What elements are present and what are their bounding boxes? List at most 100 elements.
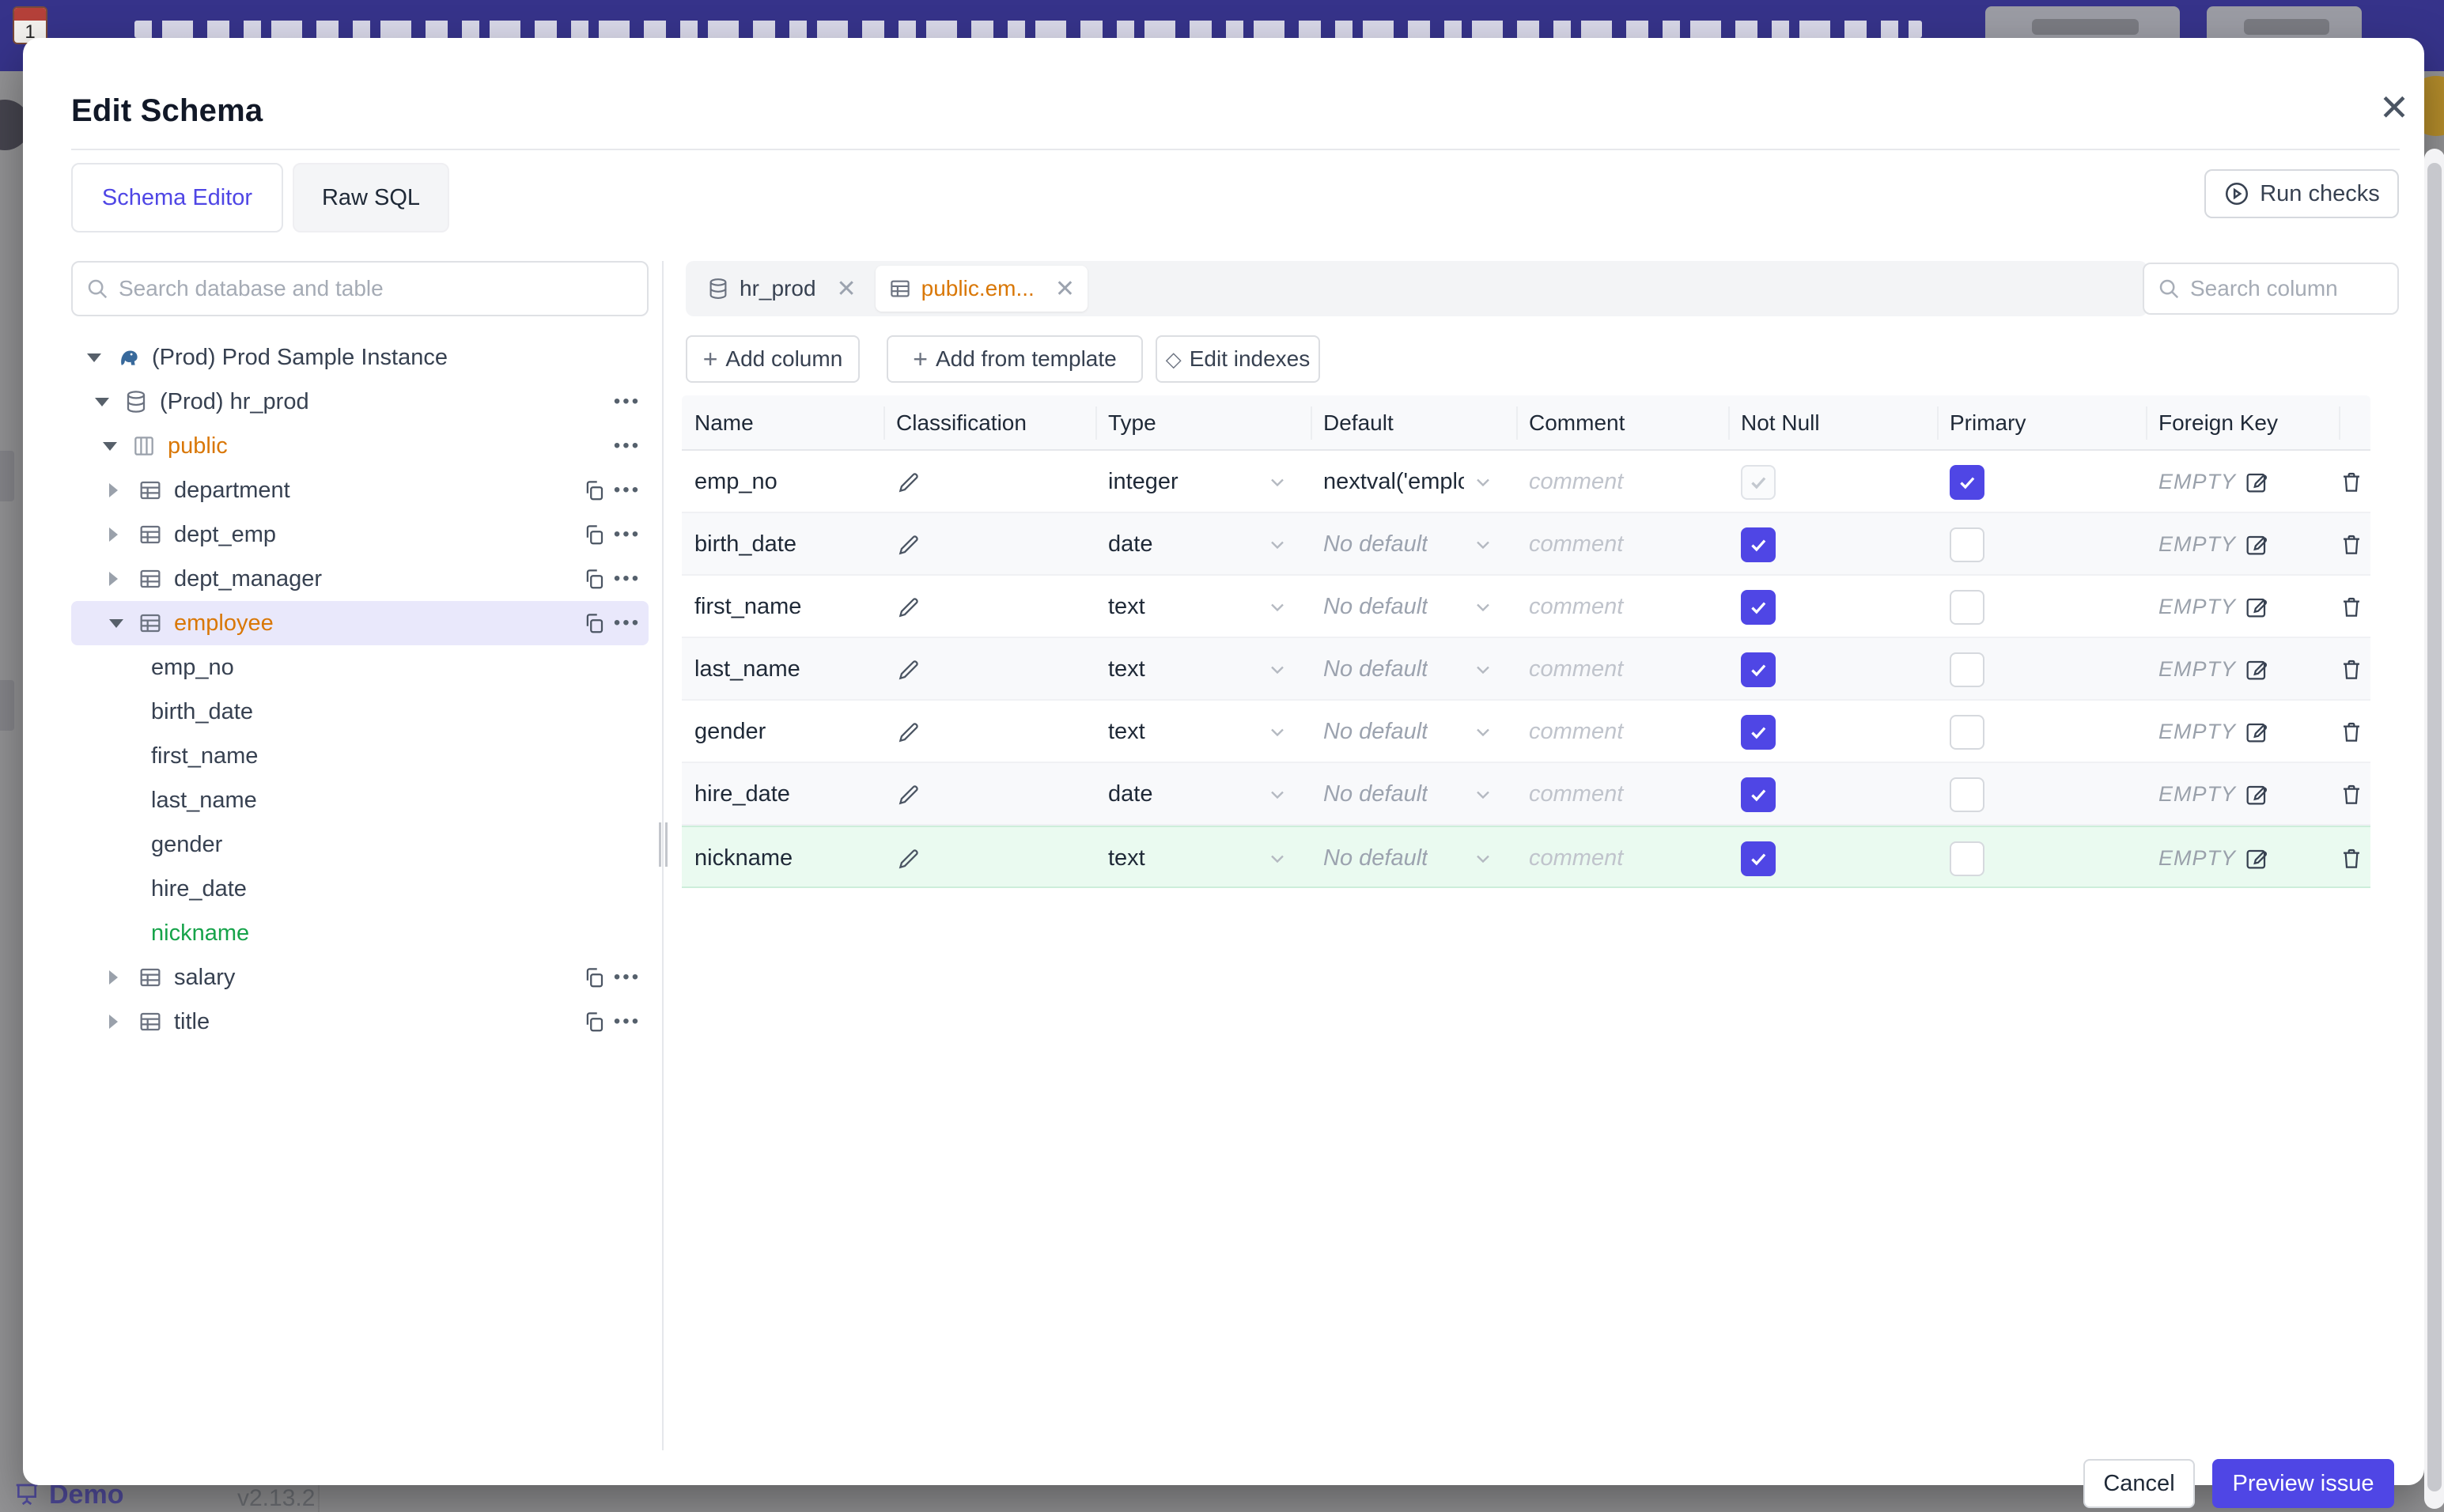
chevron-right-icon[interactable] — [109, 572, 138, 586]
tree-item-column-birth-date[interactable]: birth_date — [71, 690, 649, 734]
chevron-down-icon[interactable] — [109, 618, 138, 628]
add-from-template-button[interactable]: + Add from template — [887, 335, 1143, 383]
classification-cell[interactable] — [883, 638, 1095, 701]
delete-icon[interactable] — [2339, 720, 2364, 745]
edit-icon[interactable] — [2244, 846, 2269, 871]
cancel-button[interactable]: Cancel — [2083, 1459, 2195, 1508]
close-icon[interactable]: ✕ — [1055, 275, 1075, 303]
primary-checkbox[interactable] — [1950, 777, 1984, 812]
more-actions-icon[interactable]: ••• — [611, 392, 644, 411]
edit-icon[interactable] — [2244, 470, 2269, 495]
default-select[interactable]: No default — [1311, 576, 1516, 638]
type-select[interactable]: text — [1095, 701, 1311, 763]
edit-icon[interactable] — [2244, 595, 2269, 620]
foreign-key-cell[interactable]: EMPTY — [2146, 763, 2339, 826]
default-select[interactable]: No default — [1311, 638, 1516, 701]
edit-icon[interactable] — [2244, 657, 2269, 682]
classification-cell[interactable] — [883, 701, 1095, 763]
search-column-input[interactable]: Search column — [2143, 263, 2399, 315]
comment-input[interactable]: comment — [1516, 701, 1728, 763]
classification-cell[interactable] — [883, 513, 1095, 576]
tree-item-table-dept-manager[interactable]: dept_manager ••• — [71, 557, 649, 601]
primary-checkbox[interactable] — [1950, 464, 1984, 500]
delete-icon[interactable] — [2339, 657, 2364, 682]
classification-cell[interactable] — [883, 763, 1095, 826]
column-name[interactable]: emp_no — [682, 451, 883, 513]
delete-icon[interactable] — [2339, 595, 2364, 620]
more-actions-icon[interactable]: ••• — [611, 437, 644, 455]
classification-cell[interactable] — [883, 827, 1095, 890]
not-null-checkbox[interactable] — [1741, 714, 1776, 750]
default-select[interactable]: No default — [1311, 763, 1516, 826]
tree-item-database[interactable]: (Prod) hr_prod ••• — [71, 380, 649, 424]
default-select[interactable]: No default — [1311, 513, 1516, 576]
edit-icon[interactable] — [2244, 782, 2269, 807]
edit-indexes-button[interactable]: ◇ Edit indexes — [1156, 335, 1320, 383]
comment-input[interactable]: comment — [1516, 451, 1728, 513]
add-column-button[interactable]: + Add column — [686, 335, 860, 383]
default-select[interactable]: nextval('employ — [1311, 451, 1516, 513]
tree-item-table-employee[interactable]: employee ••• — [71, 601, 649, 645]
foreign-key-cell[interactable]: EMPTY — [2146, 513, 2339, 576]
type-select[interactable]: date — [1095, 763, 1311, 826]
classification-cell[interactable] — [883, 451, 1095, 513]
tab-chip-database[interactable]: hr_prod ✕ — [694, 266, 869, 312]
chevron-down-icon[interactable] — [87, 353, 115, 362]
panel-resize-handle[interactable] — [653, 819, 672, 870]
not-null-checkbox[interactable] — [1741, 652, 1776, 687]
chevron-down-icon[interactable] — [95, 397, 123, 406]
comment-input[interactable]: comment — [1516, 638, 1728, 701]
more-actions-icon[interactable]: ••• — [611, 1012, 644, 1031]
comment-input[interactable]: comment — [1516, 576, 1728, 638]
chevron-right-icon[interactable] — [109, 1015, 138, 1029]
copy-icon[interactable] — [577, 478, 611, 502]
more-actions-icon[interactable]: ••• — [611, 481, 644, 500]
preview-issue-button[interactable]: Preview issue — [2212, 1459, 2394, 1508]
more-actions-icon[interactable]: ••• — [611, 525, 644, 544]
tree-item-column-hire-date[interactable]: hire_date — [71, 867, 649, 911]
not-null-checkbox[interactable] — [1741, 589, 1776, 625]
column-name[interactable]: hire_date — [682, 763, 883, 826]
delete-icon[interactable] — [2339, 782, 2364, 807]
tree-item-instance[interactable]: (Prod) Prod Sample Instance — [71, 335, 649, 380]
primary-checkbox[interactable] — [1950, 589, 1984, 625]
column-name[interactable]: birth_date — [682, 513, 883, 576]
comment-input[interactable]: comment — [1516, 763, 1728, 826]
tree-item-table-title[interactable]: title ••• — [71, 1000, 649, 1044]
search-database-input[interactable]: Search database and table — [71, 261, 649, 316]
copy-icon[interactable] — [577, 1010, 611, 1034]
type-select[interactable]: text — [1095, 827, 1311, 890]
scrollbar-thumb[interactable] — [2427, 163, 2442, 1491]
primary-checkbox[interactable] — [1950, 714, 1984, 750]
tree-item-column-nickname[interactable]: nickname — [71, 911, 649, 955]
not-null-checkbox[interactable] — [1741, 527, 1776, 562]
not-null-checkbox[interactable] — [1741, 841, 1776, 876]
delete-icon[interactable] — [2339, 532, 2364, 558]
edit-icon[interactable] — [2244, 532, 2269, 558]
more-actions-icon[interactable]: ••• — [611, 968, 644, 987]
classification-cell[interactable] — [883, 576, 1095, 638]
chevron-right-icon[interactable] — [109, 483, 138, 497]
default-select[interactable]: No default — [1311, 701, 1516, 763]
tree-item-column-first-name[interactable]: first_name — [71, 734, 649, 778]
edit-icon[interactable] — [2244, 720, 2269, 745]
type-select[interactable]: text — [1095, 576, 1311, 638]
not-null-checkbox[interactable] — [1741, 777, 1776, 812]
delete-icon[interactable] — [2339, 846, 2364, 871]
primary-checkbox[interactable] — [1950, 841, 1984, 876]
run-checks-button[interactable]: Run checks — [2204, 169, 2399, 218]
chevron-down-icon[interactable] — [103, 441, 131, 451]
column-name[interactable]: gender — [682, 701, 883, 763]
tree-item-column-last-name[interactable]: last_name — [71, 778, 649, 822]
tree-item-column-gender[interactable]: gender — [71, 822, 649, 867]
default-select[interactable]: No default — [1311, 827, 1516, 890]
tree-item-column-emp-no[interactable]: emp_no — [71, 645, 649, 690]
close-icon[interactable]: ✕ — [837, 275, 857, 303]
primary-checkbox[interactable] — [1950, 652, 1984, 687]
primary-checkbox[interactable] — [1950, 527, 1984, 562]
more-actions-icon[interactable]: ••• — [611, 569, 644, 588]
type-select[interactable]: date — [1095, 513, 1311, 576]
tab-chip-table[interactable]: public.em... ✕ — [875, 266, 1088, 312]
tab-schema-editor[interactable]: Schema Editor — [71, 163, 283, 232]
foreign-key-cell[interactable]: EMPTY — [2146, 451, 2339, 513]
